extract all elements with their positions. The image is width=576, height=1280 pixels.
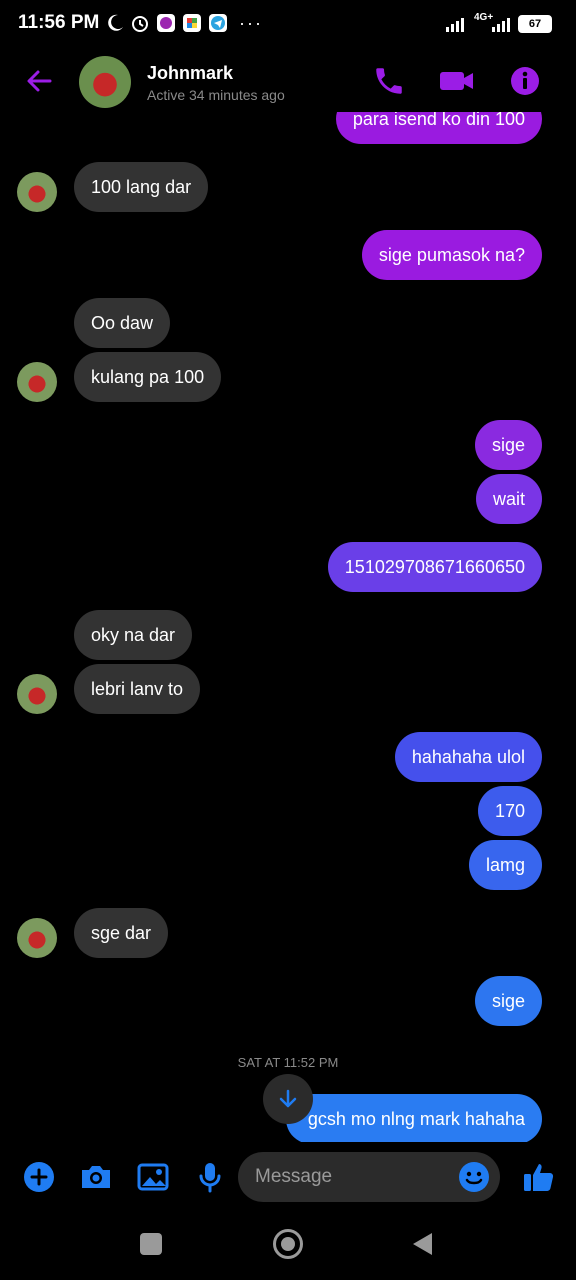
signal-icon bbox=[446, 16, 470, 32]
message-bubble-outgoing[interactable]: lamg bbox=[468, 840, 542, 890]
message-bubble-outgoing[interactable]: wait bbox=[475, 474, 542, 524]
more-notifications-icon: ··· bbox=[239, 12, 263, 33]
gallery-button[interactable] bbox=[136, 1160, 170, 1194]
add-button[interactable] bbox=[22, 1160, 56, 1194]
signal-icon-2 bbox=[492, 16, 512, 32]
message-bubble-outgoing[interactable]: sige bbox=[474, 976, 542, 1026]
contact-avatar-small bbox=[17, 362, 57, 402]
status-time: 11:56 PM bbox=[18, 12, 100, 33]
message-input-placeholder: Message bbox=[255, 1166, 333, 1187]
video-call-icon[interactable] bbox=[438, 64, 476, 98]
active-status: Active 34 minutes ago bbox=[147, 87, 285, 103]
message-bubble-outgoing[interactable]: sige bbox=[474, 420, 542, 470]
message-bubble-incoming[interactable]: Oo daw bbox=[74, 298, 171, 348]
message-list[interactable]: para isend ko din 100 100 lang dar sige … bbox=[0, 112, 576, 1142]
camera-icon bbox=[82, 1166, 110, 1188]
back-nav-button[interactable] bbox=[410, 1231, 434, 1257]
telegram-notification-icon bbox=[207, 12, 229, 34]
camera-button[interactable] bbox=[79, 1160, 113, 1194]
contact-avatar-small bbox=[17, 918, 57, 958]
like-button[interactable] bbox=[522, 1160, 556, 1194]
message-bubble-outgoing[interactable]: hahahaha ulol bbox=[394, 732, 542, 782]
emoji-icon[interactable] bbox=[458, 1161, 490, 1193]
message-bubble-outgoing[interactable]: 170 bbox=[477, 786, 542, 836]
messenger-notification-icon bbox=[155, 12, 177, 34]
contact-name[interactable]: Johnmark bbox=[147, 63, 233, 84]
contact-avatar-small bbox=[17, 172, 57, 212]
app-notification-icon bbox=[181, 12, 203, 34]
message-bubble-incoming[interactable]: 100 lang dar bbox=[74, 162, 209, 212]
voice-button[interactable] bbox=[193, 1160, 227, 1194]
back-arrow-icon[interactable] bbox=[22, 64, 56, 98]
home-dot-icon bbox=[281, 1237, 295, 1251]
message-input[interactable]: Message bbox=[238, 1152, 500, 1202]
microphone-icon bbox=[199, 1163, 221, 1193]
status-bar: 11:56 PM ··· 4G+ 67 bbox=[0, 0, 576, 48]
message-bubble-incoming[interactable]: sge dar bbox=[74, 908, 169, 958]
image-icon bbox=[137, 1163, 169, 1191]
recents-nav-button[interactable] bbox=[140, 1233, 162, 1255]
message-bubble-outgoing[interactable]: sige pumasok na? bbox=[361, 230, 542, 280]
message-bubble-outgoing[interactable]: 151029708671660650 bbox=[327, 542, 542, 592]
back-triangle-icon bbox=[413, 1233, 432, 1255]
conversation-timestamp: SAT AT 11:52 PM bbox=[237, 1055, 339, 1070]
contact-avatar[interactable] bbox=[79, 56, 131, 108]
thumbs-up-icon bbox=[524, 1164, 554, 1191]
scroll-to-bottom-button[interactable] bbox=[263, 1074, 313, 1124]
message-bubble-incoming[interactable]: kulang pa 100 bbox=[74, 352, 222, 402]
info-icon[interactable] bbox=[508, 64, 542, 98]
arrow-down-icon bbox=[279, 1089, 297, 1108]
message-bubble-incoming[interactable]: lebri lanv to bbox=[74, 664, 201, 714]
message-bubble-incoming[interactable]: oky na dar bbox=[74, 610, 193, 660]
message-bubble-outgoing[interactable]: gcsh mo nlng mark hahaha bbox=[285, 1094, 542, 1142]
alarm-icon bbox=[129, 12, 151, 34]
message-bubble-outgoing[interactable]: para isend ko din 100 bbox=[335, 112, 542, 144]
moon-icon bbox=[104, 12, 126, 34]
battery-indicator: 67 bbox=[518, 15, 552, 33]
phone-call-icon[interactable] bbox=[372, 64, 406, 98]
home-nav-button[interactable] bbox=[273, 1229, 303, 1259]
contact-avatar-small bbox=[17, 674, 57, 714]
plus-icon bbox=[24, 1162, 54, 1192]
network-type: 4G+ bbox=[474, 12, 494, 23]
